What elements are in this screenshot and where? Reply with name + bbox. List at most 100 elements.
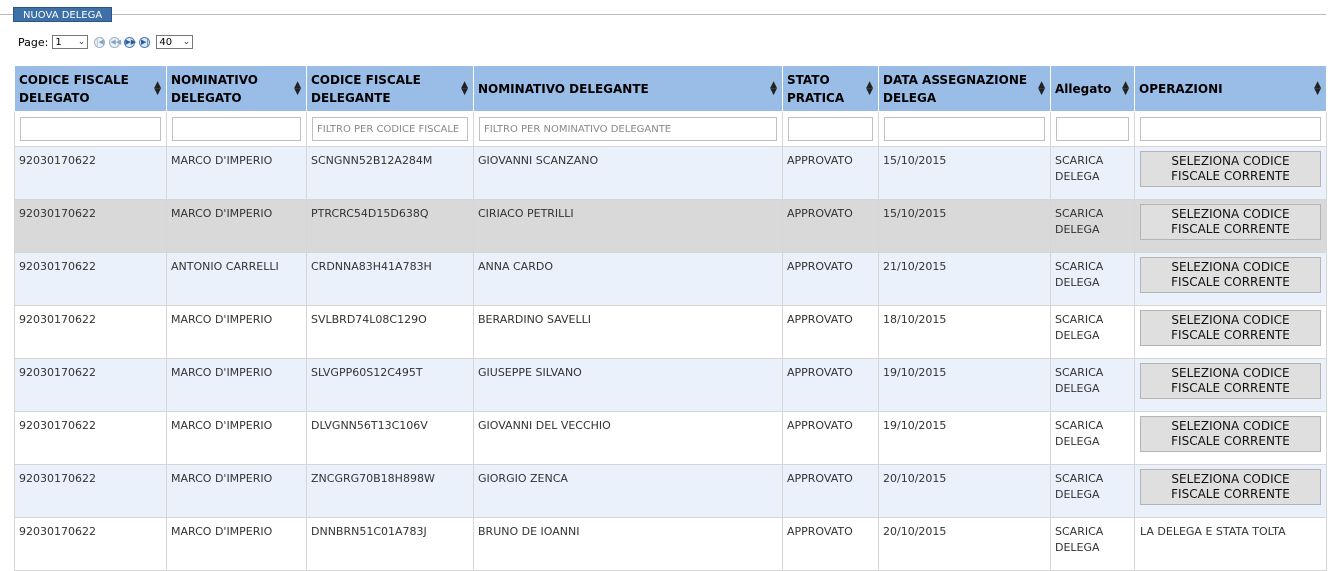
sort-icon: ▲ ▼ [1122,79,1129,97]
delega-label: DELEGA [1055,329,1100,342]
filter-nom-delegato[interactable] [172,117,301,141]
next-page-icon[interactable]: ▶▶ [124,36,136,48]
cell-cf-delegato: 92030170622 [14,464,167,518]
col-header-stato[interactable]: STATO PRATICA ▲ ▼ [782,65,879,112]
table-row[interactable]: 92030170622 ANTONIO CARRELLI CRDNNA83H41A7… [14,252,1327,306]
cell-operazioni: SELEZIONA CODICE FISCALE CORRENTE [1134,146,1327,200]
page-size-select[interactable]: 40 ⌄ [156,35,194,49]
table-row[interactable]: 92030170622 MARCO D'IMPERIO SCNGNN52B12A28… [14,146,1327,200]
filter-cf-delegato[interactable] [20,117,161,141]
col-header-operazioni[interactable]: OPERAZIONI ▲ ▼ [1134,65,1327,112]
scarica-delega-link[interactable]: SCARICA DELEGA [1055,366,1103,395]
last-page-icon[interactable]: ▶| [139,36,151,48]
col-header-data[interactable]: DATA ASSEGNAZIONE DELEGA ▲ ▼ [878,65,1051,112]
cell-stato: APPROVATO [782,252,879,306]
cell-operazioni: LA DELEGA E STATA TOLTA [1134,517,1327,571]
seleziona-codice-fiscale-button[interactable]: SELEZIONA CODICE FISCALE CORRENTE [1140,151,1321,187]
cell-nom-delegato: MARCO D'IMPERIO [166,146,307,200]
table-row[interactable]: 92030170622 MARCO D'IMPERIO SVLBRD74L08C12… [14,305,1327,359]
col-header-nom-delegato[interactable]: NOMINATIVO DELEGATO ▲ ▼ [166,65,307,112]
scarica-delega-link[interactable]: SCARICA DELEGA [1055,313,1103,342]
button-label-line2: FISCALE CORRENTE [1171,275,1290,289]
table-row[interactable]: 92030170622 MARCO D'IMPERIO DNNBRN51C01A78… [14,517,1327,571]
button-label-line1: SELEZIONA CODICE [1171,472,1290,486]
cell-nom-delegante: ANNA CARDO [473,252,783,306]
cell-nom-delegato: ANTONIO CARRELLI [166,252,307,306]
seleziona-codice-fiscale-button[interactable]: SELEZIONA CODICE FISCALE CORRENTE [1140,416,1321,452]
cell-cf-delegato: 92030170622 [14,252,167,306]
cell-stato: APPROVATO [782,305,879,359]
delega-label: DELEGA [1055,382,1100,395]
seleziona-codice-fiscale-button[interactable]: SELEZIONA CODICE FISCALE CORRENTE [1140,469,1321,505]
scarica-delega-link[interactable]: SCARICA DELEGA [1055,472,1103,501]
new-delega-tab[interactable]: NUOVA DELEGA [13,7,113,22]
filter-nom-delegante[interactable] [479,117,777,141]
sort-icon: ▲ ▼ [154,79,161,97]
table-row[interactable]: 92030170622 MARCO D'IMPERIO DLVGNN56T13C10… [14,411,1327,465]
delega-label: DELEGA [1055,435,1100,448]
chevron-down-icon: ⌄ [77,37,86,47]
scarica-label: SCARICA [1055,313,1104,326]
cell-nom-delegante: GIUSEPPE SILVANO [473,358,783,412]
seleziona-codice-fiscale-button[interactable]: SELEZIONA CODICE FISCALE CORRENTE [1140,363,1321,399]
cell-cf-delegato: 92030170622 [14,411,167,465]
cell-nom-delegante: GIOVANNI SCANZANO [473,146,783,200]
col-header-allegato[interactable]: Allegato ▲ ▼ [1050,65,1135,112]
button-label-line2: FISCALE CORRENTE [1171,169,1290,183]
seleziona-codice-fiscale-button[interactable]: SELEZIONA CODICE FISCALE CORRENTE [1140,257,1321,293]
cell-allegato: SCARICA DELEGA [1050,411,1135,465]
button-label-line2: FISCALE CORRENTE [1171,487,1290,501]
table-row[interactable]: 92030170622 MARCO D'IMPERIO SLVGPP60S12C49… [14,358,1327,412]
scarica-label: SCARICA [1055,472,1104,485]
cell-nom-delegante: BERARDINO SAVELLI [473,305,783,359]
scarica-delega-link[interactable]: SCARICA DELEGA [1055,154,1103,183]
cell-cf-delegato: 92030170622 [14,146,167,200]
cell-cf-delegante: DLVGNN56T13C106V [306,411,474,465]
button-label-line1: SELEZIONA CODICE [1171,154,1290,168]
cell-nom-delegato: MARCO D'IMPERIO [166,305,307,359]
filter-row [14,111,1327,147]
cell-operazioni: SELEZIONA CODICE FISCALE CORRENTE [1134,305,1327,359]
filter-operazioni[interactable] [1140,117,1321,141]
button-label-line2: FISCALE CORRENTE [1171,434,1290,448]
scarica-delega-link[interactable]: SCARICA DELEGA [1055,525,1103,554]
cell-allegato: SCARICA DELEGA [1050,305,1135,359]
filter-allegato[interactable] [1056,117,1129,141]
button-label-line2: FISCALE CORRENTE [1171,222,1290,236]
button-label-line1: SELEZIONA CODICE [1171,313,1290,327]
col-header-nom-delegante[interactable]: NOMINATIVO DELEGANTE ▲ ▼ [473,65,783,112]
deleghe-table: CODICE FISCALE DELEGATO ▲ ▼ NOMINATIVO DELEG… [14,65,1327,571]
cell-data: 20/10/2015 [878,464,1051,518]
prev-page-icon[interactable]: ◀◀ [109,36,121,48]
delega-label: DELEGA [1055,541,1100,554]
table-row[interactable]: 92030170622 MARCO D'IMPERIO ZNCGRG70B18H89… [14,464,1327,518]
filter-stato[interactable] [788,117,873,141]
page-select[interactable]: 1 ⌄ [52,35,89,49]
button-label-line2: FISCALE CORRENTE [1171,328,1290,342]
cell-allegato: SCARICA DELEGA [1050,199,1135,253]
seleziona-codice-fiscale-button[interactable]: SELEZIONA CODICE FISCALE CORRENTE [1140,204,1321,240]
scarica-delega-link[interactable]: SCARICA DELEGA [1055,419,1103,448]
cell-cf-delegato: 92030170622 [14,517,167,571]
cell-operazioni: SELEZIONA CODICE FISCALE CORRENTE [1134,464,1327,518]
cell-nom-delegato: MARCO D'IMPERIO [166,411,307,465]
scarica-delega-link[interactable]: SCARICA DELEGA [1055,207,1103,236]
col-header-cf-delegante[interactable]: CODICE FISCALE DELEGANTE ▲ ▼ [306,65,474,112]
table-row[interactable]: 92030170622 MARCO D'IMPERIO PTRCRC54D15D63… [14,199,1327,253]
seleziona-codice-fiscale-button[interactable]: SELEZIONA CODICE FISCALE CORRENTE [1140,310,1321,346]
pager: Page: 1 ⌄ |◀ ◀◀ ▶▶ ▶| 40 ⌄ [18,34,194,50]
header-row: CODICE FISCALE DELEGATO ▲ ▼ NOMINATIVO DELEG… [14,65,1327,112]
cell-nom-delegante: CIRIACO PETRILLI [473,199,783,253]
scarica-label: SCARICA [1055,260,1104,273]
filter-data[interactable] [884,117,1045,141]
col-header-cf-delegato[interactable]: CODICE FISCALE DELEGATO ▲ ▼ [14,65,167,112]
cell-stato: APPROVATO [782,517,879,571]
cell-nom-delegato: MARCO D'IMPERIO [166,358,307,412]
sort-icon: ▲ ▼ [1038,79,1045,97]
scarica-delega-link[interactable]: SCARICA DELEGA [1055,260,1103,289]
first-page-icon[interactable]: |◀ [94,36,106,48]
filter-cf-delegante[interactable] [312,117,468,141]
cell-nom-delegante: GIOVANNI DEL VECCHIO [473,411,783,465]
sort-icon: ▲ ▼ [294,79,301,97]
sort-icon: ▲ ▼ [866,79,873,97]
